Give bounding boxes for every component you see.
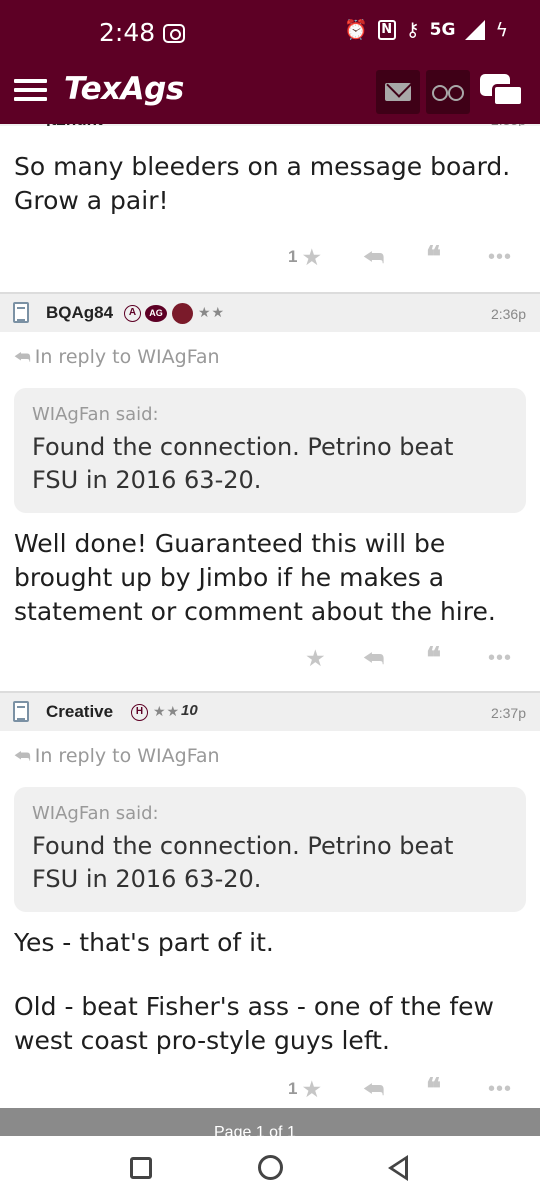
thread-content: So many bleeders on a message board. Gro… bbox=[0, 124, 540, 1110]
reply-icon[interactable]: ⮪ bbox=[363, 1074, 384, 1104]
post-line: So many bleeders on a message board. bbox=[14, 152, 511, 181]
status-icons: ⏰ N ⚷ 5G ϟ bbox=[344, 20, 508, 40]
post-line: west coast pro-style guys left. bbox=[14, 1026, 390, 1055]
page-indicator: Page 1 of 1 bbox=[214, 1124, 296, 1136]
reply-arrow-icon: ⮪ bbox=[14, 347, 31, 368]
alarm-icon: ⏰ bbox=[344, 18, 368, 41]
in-reply-link[interactable]: ⮪ In reply to WIAgFan bbox=[0, 332, 540, 378]
quote-author: WIAgFan said: bbox=[32, 803, 159, 824]
post-document-icon[interactable] bbox=[13, 302, 29, 323]
quote-author: WIAgFan said: bbox=[32, 404, 159, 425]
ten-year-badge: 10 bbox=[181, 702, 198, 719]
app-screen: 2:48 ⏰ N ⚷ 5G ϟ TexAgs jt2hunt 2:35p S bbox=[0, 0, 540, 1200]
username[interactable]: BQAg84 bbox=[46, 303, 113, 323]
member-stars: ★★ bbox=[153, 703, 181, 719]
recents-button[interactable] bbox=[130, 1157, 152, 1179]
post-actions: ★ ⮪ ❝ ••• bbox=[0, 639, 540, 691]
mascot-badge-icon bbox=[172, 303, 193, 324]
chat-icon[interactable] bbox=[480, 74, 524, 110]
post-body: Well done! Guaranteed this will be broug… bbox=[0, 513, 540, 629]
post-body: Yes - that's part of it. Old - beat Fish… bbox=[0, 912, 540, 1058]
star-button[interactable]: 1 ★ bbox=[288, 1074, 322, 1104]
mail-icon bbox=[385, 83, 411, 101]
badge-h: H bbox=[131, 704, 148, 721]
reply-icon[interactable]: ⮪ bbox=[363, 643, 384, 673]
status-time: 2:48 bbox=[99, 18, 156, 47]
messages-button[interactable] bbox=[376, 70, 420, 114]
key-icon: ⚷ bbox=[405, 18, 420, 41]
camera-notification-icon bbox=[163, 24, 185, 43]
quote-icon[interactable]: ❝ bbox=[426, 242, 441, 272]
pagination-bar[interactable]: Page 1 of 1 bbox=[0, 1108, 540, 1136]
in-reply-text[interactable]: In reply to WIAgFan bbox=[35, 745, 220, 767]
more-icon[interactable]: ••• bbox=[488, 643, 512, 673]
app-header: 2:48 ⏰ N ⚷ 5G ϟ TexAgs bbox=[0, 0, 540, 124]
post-actions: 1 ★ ⮪ ❝ ••• bbox=[0, 1070, 540, 1110]
post-document-icon[interactable] bbox=[13, 701, 29, 722]
system-nav-bar bbox=[0, 1136, 540, 1200]
post-time: 2:37p bbox=[490, 705, 526, 721]
in-reply-text[interactable]: In reply to WIAgFan bbox=[35, 346, 220, 368]
post-header: Creative H ★★ 10 2:37p bbox=[0, 691, 540, 731]
badge-ag: AG bbox=[145, 305, 167, 322]
quote-box: WIAgFan said: Found the connection. Petr… bbox=[14, 388, 526, 513]
post-line: Well done! Guaranteed this will be bbox=[14, 529, 446, 558]
back-button[interactable] bbox=[388, 1155, 408, 1181]
star-button[interactable]: ★ bbox=[305, 643, 326, 673]
post-line: statement or comment about the hire. bbox=[14, 597, 496, 626]
reply-icon[interactable]: ⮪ bbox=[363, 242, 384, 272]
quote-box: WIAgFan said: Found the connection. Petr… bbox=[14, 787, 526, 912]
quote-text: Found the connection. Petrino beat FSU i… bbox=[32, 832, 454, 893]
post-actions: 1 ★ ⮪ ❝ ••• bbox=[0, 238, 540, 292]
battery-charging-icon: ϟ bbox=[495, 18, 508, 41]
quote-icon[interactable]: ❝ bbox=[426, 643, 441, 673]
home-button[interactable] bbox=[258, 1155, 283, 1180]
star-button[interactable]: 1 ★ bbox=[288, 242, 322, 272]
post-line bbox=[14, 960, 526, 990]
more-icon[interactable]: ••• bbox=[488, 242, 512, 272]
network-type: 5G bbox=[429, 20, 456, 40]
post-line: Yes - that's part of it. bbox=[14, 928, 274, 957]
in-reply-link[interactable]: ⮪ In reply to WIAgFan bbox=[0, 731, 540, 777]
watch-button[interactable] bbox=[426, 70, 470, 114]
binoculars-icon bbox=[432, 84, 464, 101]
post-line: Grow a pair! bbox=[14, 186, 169, 215]
post-line: brought up by Jimbo if he makes a bbox=[14, 563, 445, 592]
post-header: BQAg84 A AG ★★ 2:36p bbox=[0, 292, 540, 332]
signal-icon bbox=[465, 20, 486, 40]
username[interactable]: Creative bbox=[46, 702, 113, 722]
post-line: Old - beat Fisher's ass - one of the few bbox=[14, 992, 495, 1021]
post-time: 2:36p bbox=[490, 306, 526, 322]
menu-icon[interactable] bbox=[14, 79, 47, 101]
quote-text: Found the connection. Petrino beat FSU i… bbox=[32, 433, 454, 494]
more-icon[interactable]: ••• bbox=[488, 1074, 512, 1104]
nfc-icon: N bbox=[377, 20, 396, 40]
post-body: So many bleeders on a message board. Gro… bbox=[0, 124, 540, 218]
badge-a: A bbox=[124, 305, 141, 322]
quote-icon[interactable]: ❝ bbox=[426, 1074, 441, 1104]
site-logo[interactable]: TexAgs bbox=[64, 71, 184, 107]
reply-arrow-icon: ⮪ bbox=[14, 746, 31, 767]
member-stars: ★★ bbox=[198, 304, 226, 320]
